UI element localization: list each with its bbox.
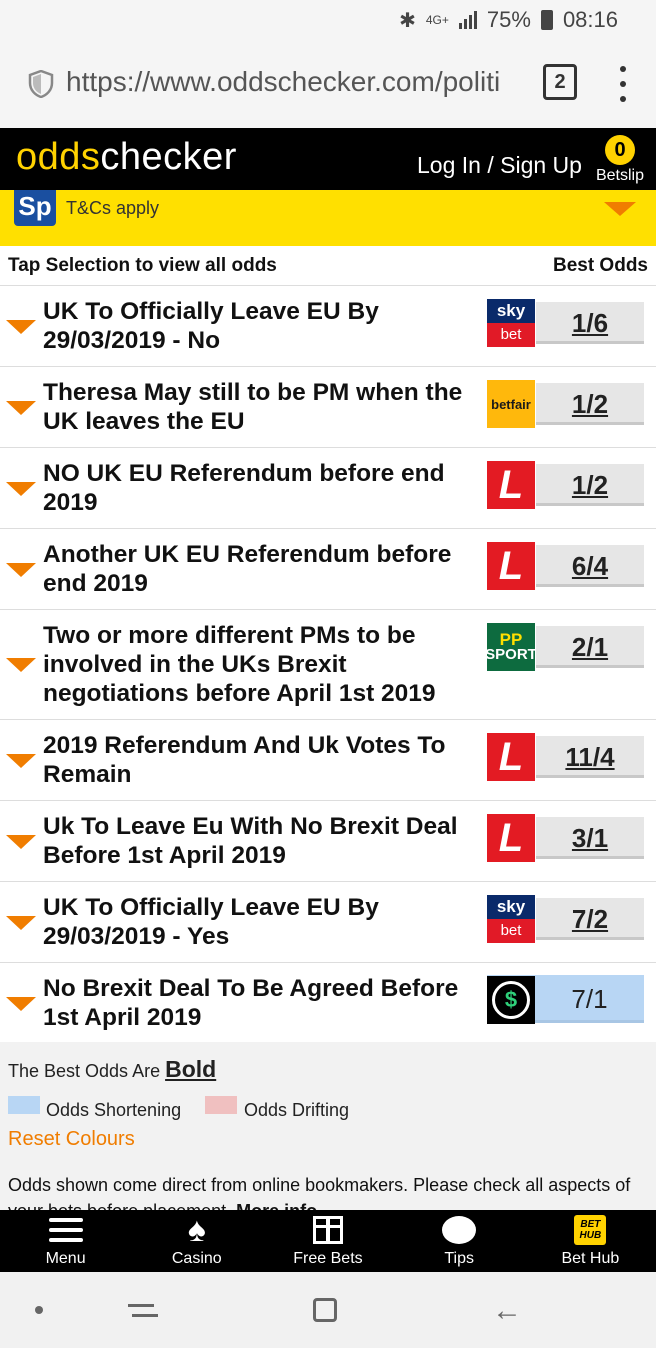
- list-header-best-odds: Best Odds: [552, 255, 648, 276]
- home-icon[interactable]: [313, 1298, 337, 1322]
- market-row[interactable]: Theresa May still to be PM when the UK le…: [0, 367, 656, 448]
- shortening-label: Odds Shortening: [46, 1100, 182, 1120]
- chevron-down-icon[interactable]: [604, 202, 636, 216]
- drifting-swatch: [205, 1096, 237, 1114]
- sky-bet-logo: sky bet: [487, 299, 535, 347]
- market-title[interactable]: Another UK EU Referendum before end 2019: [43, 540, 475, 598]
- nav-tips[interactable]: Tips: [394, 1210, 525, 1272]
- list-header-instruction: Tap Selection to view all odds: [8, 255, 277, 276]
- market-list: UK To Officially Leave EU By 29/03/2019 -…: [0, 286, 656, 1043]
- promo-banner[interactable]: Sp T&Cs apply: [0, 190, 656, 246]
- odds-button[interactable]: 7/2: [536, 898, 644, 940]
- best-odds-note: The Best Odds Are Bold: [8, 1056, 217, 1082]
- sportingbet-logo: Sp: [14, 190, 56, 226]
- market-row[interactable]: UK To Officially Leave EU By 29/03/2019 -…: [0, 286, 656, 367]
- odds-button[interactable]: 6/4: [536, 545, 644, 587]
- ladbrokes-logo: L: [487, 814, 535, 862]
- odds-button[interactable]: 1/6: [536, 302, 644, 344]
- market-title[interactable]: Theresa May still to be PM when the UK le…: [43, 378, 475, 436]
- expand-arrow-icon[interactable]: [6, 401, 36, 415]
- recents-icon[interactable]: [128, 1298, 158, 1322]
- disclaimer-text: Odds shown come direct from online bookm…: [8, 1172, 648, 1210]
- browser-url-bar: https://www.oddschecker.com/politi 2: [0, 40, 656, 128]
- battery-percent: 75%: [486, 7, 531, 32]
- market-title[interactable]: No Brexit Deal To Be Agreed Before 1st Ap…: [43, 974, 475, 1032]
- drifting-label: Odds Drifting: [244, 1100, 350, 1120]
- market-row[interactable]: Uk To Leave Eu With No Brexit Deal Before…: [0, 801, 656, 882]
- more-menu-icon[interactable]: [616, 66, 630, 102]
- nav-menu[interactable]: Menu: [0, 1210, 131, 1272]
- system-nav-bar: ←: [0, 1272, 656, 1348]
- shortening-swatch: [8, 1096, 40, 1114]
- back-icon[interactable]: ←: [492, 1294, 522, 1328]
- odds-button[interactable]: 3/1: [536, 817, 644, 859]
- sky-bet-logo: sky bet: [487, 895, 535, 943]
- nav-bet-hub[interactable]: BET HUB Bet Hub: [525, 1210, 656, 1272]
- gift-icon: [312, 1216, 343, 1244]
- spade-icon: ♠: [187, 1211, 206, 1249]
- clock: 08:16: [562, 7, 618, 32]
- market-title[interactable]: Two or more different PMs to be involved …: [43, 621, 475, 708]
- expand-arrow-icon[interactable]: [6, 754, 36, 768]
- market-row[interactable]: No Brexit Deal To Be Agreed Before 1st Ap…: [0, 963, 656, 1043]
- expand-arrow-icon[interactable]: [6, 320, 36, 334]
- ladbrokes-logo: L: [487, 542, 535, 590]
- market-title[interactable]: NO UK EU Referendum before end 2019: [43, 459, 475, 517]
- betfair-logo: betfair: [487, 380, 535, 428]
- expand-arrow-icon[interactable]: [6, 916, 36, 930]
- bluetooth-icon: ✱: [399, 9, 416, 32]
- bet-hub-icon: BET HUB: [574, 1215, 607, 1245]
- nav-casino[interactable]: ♠ Casino: [131, 1210, 262, 1272]
- betslip-button[interactable]: 0 Betslip: [590, 132, 650, 188]
- terms-text[interactable]: T&Cs apply: [66, 198, 159, 219]
- shield-icon[interactable]: [28, 70, 54, 98]
- nav-free-bets[interactable]: Free Bets: [262, 1210, 393, 1272]
- more-info-link[interactable]: More info: [236, 1201, 317, 1210]
- betslip-label: Betslip: [595, 167, 645, 184]
- odds-button[interactable]: 11/4: [536, 736, 644, 778]
- site-header: oddschecker Log In / Sign Up 0 Betslip: [0, 128, 656, 190]
- assistant-dot-icon[interactable]: [35, 1306, 43, 1314]
- market-row[interactable]: Two or more different PMs to be involved …: [0, 610, 656, 720]
- ladbrokes-logo: L: [487, 733, 535, 781]
- expand-arrow-icon[interactable]: [6, 997, 36, 1011]
- market-title[interactable]: 2019 Referendum And Uk Votes To Remain: [43, 731, 475, 789]
- network-type: 4G+: [425, 13, 449, 27]
- odds-legend: The Best Odds Are Bold Odds Shortening O…: [0, 1042, 656, 1210]
- paddy-power-sport-logo: PP SPORT: [487, 623, 535, 671]
- url-field[interactable]: https://www.oddschecker.com/politi: [66, 66, 526, 98]
- menu-icon: [48, 1218, 83, 1242]
- expand-arrow-icon[interactable]: [6, 658, 36, 672]
- tab-switcher-button[interactable]: 2: [543, 64, 577, 100]
- bottom-nav: Menu ♠ Casino Free Bets Tips BET HUB Bet …: [0, 1210, 656, 1272]
- market-title[interactable]: UK To Officially Leave EU By 29/03/2019 -…: [43, 893, 475, 951]
- ladbrokes-logo: L: [487, 461, 535, 509]
- signal-icon: [458, 11, 477, 29]
- battery-icon: [540, 10, 553, 30]
- odds-button[interactable]: 1/2: [536, 383, 644, 425]
- market-row[interactable]: Another UK EU Referendum before end 2019 …: [0, 529, 656, 610]
- expand-arrow-icon[interactable]: [6, 835, 36, 849]
- expand-arrow-icon[interactable]: [6, 482, 36, 496]
- market-row[interactable]: NO UK EU Referendum before end 2019 L 1/2: [0, 448, 656, 529]
- market-title[interactable]: Uk To Leave Eu With No Brexit Deal Before…: [43, 812, 475, 870]
- list-header: Tap Selection to view all odds Best Odds: [0, 246, 656, 286]
- odds-button[interactable]: 2/1: [536, 626, 644, 668]
- market-title[interactable]: UK To Officially Leave EU By 29/03/2019 -…: [43, 297, 475, 355]
- oddschecker-logo[interactable]: oddschecker: [16, 136, 237, 179]
- market-row[interactable]: 2019 Referendum And Uk Votes To Remain L …: [0, 720, 656, 801]
- login-signup-link[interactable]: Log In / Sign Up: [417, 152, 582, 179]
- odds-button[interactable]: 1/2: [536, 464, 644, 506]
- betslip-count-badge: 0: [605, 135, 635, 165]
- status-bar: ✱ 4G+ 75% 08:16: [0, 0, 656, 40]
- expand-arrow-icon[interactable]: [6, 563, 36, 577]
- reset-colours-link[interactable]: Reset Colours: [8, 1128, 135, 1151]
- chat-bubble-icon: [442, 1216, 477, 1244]
- sport-nation-logo: $: [487, 976, 535, 1024]
- market-row[interactable]: UK To Officially Leave EU By 29/03/2019 -…: [0, 882, 656, 963]
